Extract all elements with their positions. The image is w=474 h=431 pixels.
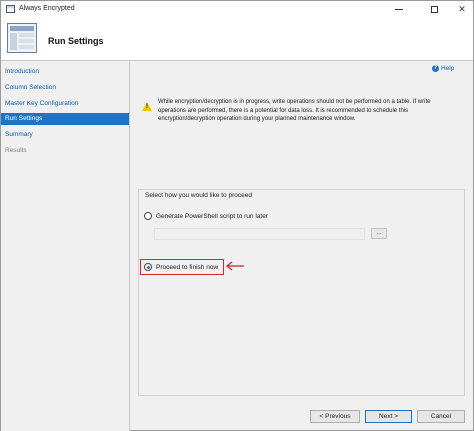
- sidebar-item-run-settings[interactable]: Run Settings: [1, 113, 129, 125]
- finish-now-option-label: Proceed to finish now: [156, 263, 219, 271]
- sidebar-item-results: Results: [5, 147, 27, 154]
- browse-button: ...: [371, 228, 387, 239]
- sidebar-item-introduction[interactable]: Introduction: [1, 66, 129, 78]
- title-bar: Always Encrypted ✕: [1, 1, 473, 18]
- pointer-arrow-icon: [225, 261, 244, 271]
- maximize-icon: [430, 6, 438, 13]
- page-header: Run Settings: [1, 18, 473, 61]
- proceed-options-title: Select how you would like to proceed: [145, 192, 252, 199]
- wizard-window: Always Encrypted ✕ Run Settings Introduc…: [0, 0, 474, 431]
- finish-now-option[interactable]: Proceed to finish now: [144, 263, 218, 271]
- finish-now-radio[interactable]: [144, 263, 152, 271]
- page-title: Run Settings: [48, 36, 104, 46]
- help-link[interactable]: ? Help: [432, 65, 454, 72]
- help-icon: ?: [432, 65, 439, 72]
- close-button[interactable]: ✕: [450, 1, 474, 18]
- previous-button[interactable]: < Previous: [310, 410, 360, 423]
- powershell-option-label: Generate PowerShell script to run later: [156, 212, 268, 220]
- window-title: Always Encrypted: [19, 5, 75, 12]
- sidebar-item-summary[interactable]: Summary: [1, 129, 129, 141]
- proceed-options-group: [138, 189, 465, 396]
- wizard-table-icon: [7, 23, 37, 53]
- warning-message: While encryption/decryption is in progre…: [158, 99, 431, 122]
- script-path-input: [154, 228, 365, 240]
- powershell-radio[interactable]: [144, 212, 152, 220]
- help-label: Help: [441, 65, 455, 72]
- warning-exclamation: !: [146, 104, 148, 110]
- minimize-icon: [395, 9, 403, 10]
- powershell-option[interactable]: Generate PowerShell script to run later: [144, 212, 268, 220]
- wizard-steps-sidebar: Introduction Column Selection Master Key…: [1, 62, 130, 431]
- cancel-button[interactable]: Cancel: [417, 410, 465, 423]
- minimize-button[interactable]: [387, 1, 411, 18]
- close-icon: ✕: [458, 4, 466, 14]
- next-button[interactable]: Next >: [365, 410, 412, 423]
- sidebar-item-column-selection[interactable]: Column Selection: [1, 82, 129, 94]
- app-icon: [6, 5, 15, 13]
- sidebar-item-master-key-configuration[interactable]: Master Key Configuration: [1, 98, 129, 110]
- maximize-button[interactable]: [422, 1, 446, 18]
